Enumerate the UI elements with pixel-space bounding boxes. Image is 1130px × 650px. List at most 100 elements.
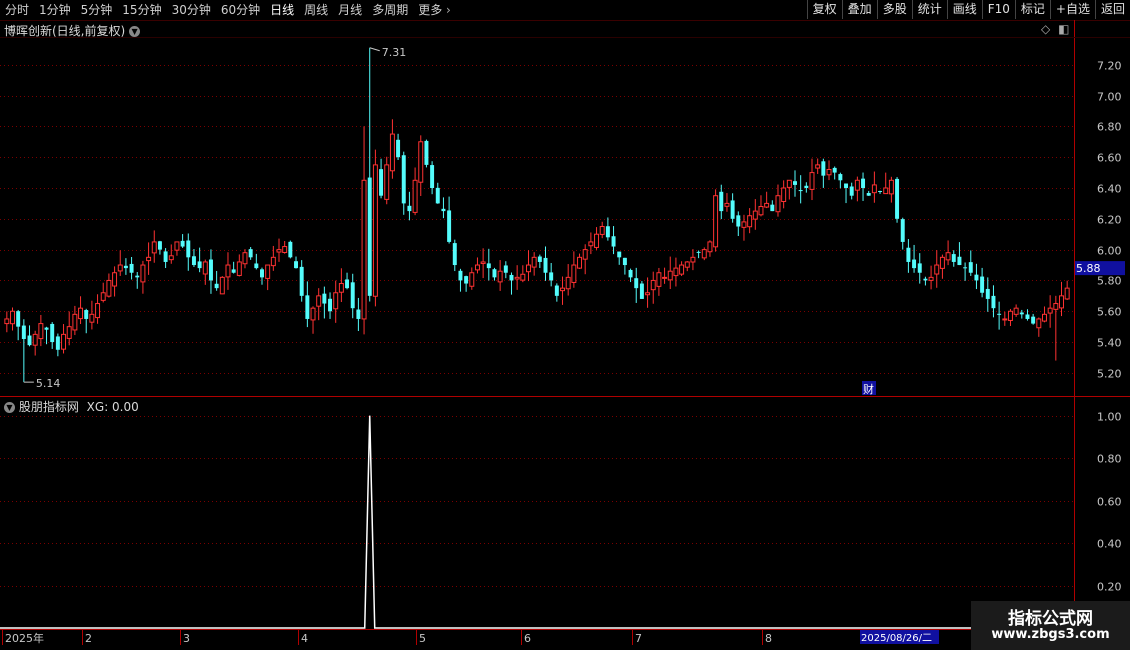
candle-119 [679,261,685,276]
candle-body [242,252,248,265]
candle-body [50,323,55,343]
candle-79 [452,239,457,272]
candle-44 [254,253,259,270]
candle-89 [509,272,514,295]
candle-46 [265,264,271,291]
chart-canvas[interactable]: 5.20 5.40 5.60 5.80 6.00 6.20 6.40 6.60 6.80 7.00… [0,0,1130,650]
candle-body [356,309,361,319]
candle-154 [878,190,883,194]
candle-138 [786,179,792,200]
watermark-title: 指标公式网 [1008,609,1093,629]
ind-y-tick-0: 0.20 [1097,581,1122,594]
candle-156 [888,176,894,203]
candle-body [554,285,559,296]
candle-body [980,276,985,293]
candle-body [866,193,871,196]
candle-body [497,270,503,283]
x-tick-4: 5 [419,632,426,645]
candle-body [4,318,10,325]
candle-113 [645,277,651,308]
candle-106 [605,217,610,241]
candle-134 [764,191,770,209]
candle-173 [985,277,990,312]
candle-20 [117,250,123,276]
candle-81 [464,275,469,292]
candle-64 [367,47,372,302]
candle-body [151,241,157,254]
candle-8 [50,322,55,349]
candle-body [89,313,95,323]
candle-body [16,311,21,327]
candle-body [838,174,843,181]
candle-126 [719,184,724,220]
candle-152 [866,190,871,196]
main-y-tick-1: 5.40 [1097,337,1122,350]
candle-body [997,313,1002,315]
candle-body [72,313,78,331]
high-label: 7.31 [382,46,407,59]
candle-body [186,240,191,258]
candle-171 [974,263,979,290]
candle-body [276,249,282,253]
candle-body [617,251,622,258]
candle-12 [72,305,78,336]
candle-body [214,283,219,289]
candle-120 [684,261,690,272]
candle-body [741,221,747,228]
candle-body [656,272,662,287]
candle-83 [474,257,480,274]
candle-1 [10,307,15,331]
candle-129 [736,211,741,236]
candle-28 [163,248,168,269]
candle-70 [401,151,406,215]
candle-body [605,226,610,238]
candle-160 [912,244,917,273]
candle-23 [135,271,140,289]
candle-body [372,164,378,297]
candle-body [1047,307,1053,314]
candle-body [1025,314,1030,319]
candle-49 [282,241,288,254]
ind-y-tick-1: 0.40 [1097,538,1122,551]
candle-6 [38,314,44,347]
candle-body [389,133,395,172]
candle-78 [447,196,452,244]
candle-body [781,187,787,203]
candle-body [849,186,854,196]
candle-body [55,336,60,350]
candle-118 [673,257,679,287]
candle-body [690,256,696,263]
candle-body [469,272,475,287]
candle-body [322,293,327,304]
candle-body [1053,303,1059,310]
cursor-date: 2025/08/26/二 [861,633,932,644]
candle-body [191,256,196,266]
candle-29 [168,244,174,264]
xg-line [0,415,1073,629]
candle-body [1013,307,1019,315]
candle-body [441,208,446,212]
candle-97 [554,283,559,302]
candle-150 [854,176,860,202]
main-y-tick-6: 6.40 [1097,183,1122,196]
candle-16 [95,294,101,324]
candle-56 [322,286,327,319]
candle-body [310,307,316,321]
candle-body [129,263,134,273]
candle-body [611,236,616,247]
candle-body [854,179,860,191]
candle-21 [123,258,128,275]
candle-52 [299,260,304,302]
x-tick-1: 2 [85,632,92,645]
candle-body [684,261,690,268]
candle-body [832,167,837,173]
ind-y-tick-4: 1.00 [1097,411,1122,424]
candle-141 [804,182,809,193]
candle-body [895,178,900,219]
candle-167 [951,250,956,267]
candle-4 [27,325,32,347]
candle-74 [424,139,429,168]
candle-182 [1036,317,1042,337]
candle-9 [55,333,60,357]
candle-body [985,288,990,299]
